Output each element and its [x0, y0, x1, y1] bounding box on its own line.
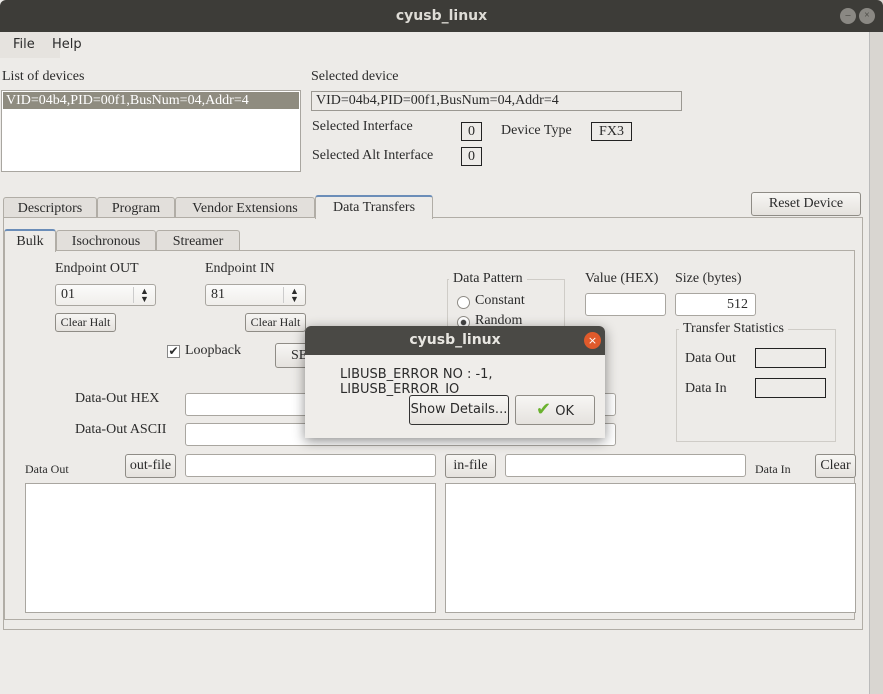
- device-type-label: Device Type: [501, 123, 572, 138]
- ok-button[interactable]: ✔ OK: [515, 395, 595, 425]
- window-title: cyusb_linux: [395, 8, 488, 24]
- selected-alt-interface-value: 0: [461, 147, 482, 166]
- out-file-input[interactable]: [185, 454, 436, 477]
- data-pattern-title: Data Pattern: [449, 271, 527, 287]
- transfer-statistics-title: Transfer Statistics: [679, 321, 788, 337]
- ok-label: OK: [555, 404, 574, 419]
- data-in-textarea[interactable]: [445, 483, 856, 613]
- endpoint-out-select[interactable]: 01 ▲ ▼: [55, 284, 156, 306]
- dialog-message: LIBUSB_ERROR NO : -1, LIBUSB_ERROR_IO: [340, 367, 493, 397]
- endpoint-out-value: 01: [61, 287, 75, 302]
- data-out-ascii-label: Data-Out ASCII: [75, 422, 167, 437]
- stats-data-in-label: Data In: [685, 381, 727, 396]
- dialog-title: cyusb_linux: [409, 332, 501, 348]
- menu-file[interactable]: File: [13, 37, 35, 52]
- device-list[interactable]: VID=04b4,PID=00f1,BusNum=04,Addr=4: [1, 90, 301, 172]
- subtab-isochronous[interactable]: Isochronous: [56, 230, 156, 251]
- reset-device-button[interactable]: Reset Device: [751, 192, 861, 216]
- loopback-label: Loopback: [185, 343, 241, 358]
- in-file-button[interactable]: in-file: [445, 454, 496, 478]
- endpoint-in-label: Endpoint IN: [205, 261, 275, 276]
- selected-device-label: Selected device: [311, 69, 399, 84]
- stats-data-in-value: [755, 378, 826, 398]
- tab-vendor-extensions[interactable]: Vendor Extensions: [175, 197, 315, 219]
- selected-alt-interface-label: Selected Alt Interface: [312, 148, 434, 163]
- subtab-bulk[interactable]: Bulk: [4, 229, 56, 252]
- checkmark-icon: ✔: [536, 399, 552, 420]
- dialog-titlebar: cyusb_linux: [305, 326, 605, 355]
- selected-interface-value: 0: [461, 122, 482, 141]
- subtab-streamer[interactable]: Streamer: [156, 230, 240, 251]
- radio-constant[interactable]: [457, 296, 470, 309]
- clear-halt-out-button[interactable]: Clear Halt: [55, 313, 116, 332]
- spin-arrows-icon: ▲ ▼: [283, 287, 305, 304]
- spin-arrows-icon: ▲ ▼: [133, 287, 155, 304]
- stats-data-out-value: [755, 348, 826, 368]
- tab-program[interactable]: Program: [97, 197, 175, 219]
- data-out-hex-label: Data-Out HEX: [75, 391, 160, 406]
- endpoint-in-value: 81: [211, 287, 225, 302]
- clear-button[interactable]: Clear: [815, 454, 856, 478]
- in-file-input[interactable]: [505, 454, 746, 477]
- show-details-button[interactable]: Show Details...: [409, 395, 509, 425]
- device-list-item[interactable]: VID=04b4,PID=00f1,BusNum=04,Addr=4: [3, 92, 299, 109]
- value-hex-input[interactable]: [585, 293, 666, 316]
- endpoint-in-select[interactable]: 81 ▲ ▼: [205, 284, 306, 306]
- close-icon[interactable]: ×: [584, 332, 601, 349]
- clear-halt-in-button[interactable]: Clear Halt: [245, 313, 306, 332]
- devices-label: List of devices: [2, 69, 85, 84]
- tab-data-transfers[interactable]: Data Transfers: [315, 195, 433, 219]
- value-hex-label: Value (HEX): [585, 271, 659, 286]
- data-out-label: Data Out: [25, 462, 69, 476]
- error-dialog: cyusb_linux × LIBUSB_ERROR NO : -1, LIBU…: [305, 326, 605, 438]
- constant-label: Constant: [475, 293, 525, 308]
- out-file-button[interactable]: out-file: [125, 454, 176, 478]
- data-in-label: Data In: [755, 462, 791, 476]
- loopback-checkbox[interactable]: ✔: [167, 345, 180, 358]
- menu-help[interactable]: Help: [52, 37, 82, 52]
- menu-bar: File Help: [0, 32, 82, 58]
- data-out-textarea[interactable]: [25, 483, 436, 613]
- close-icon[interactable]: ×: [859, 8, 875, 24]
- endpoint-out-label: Endpoint OUT: [55, 261, 139, 276]
- tab-descriptors[interactable]: Descriptors: [3, 197, 97, 219]
- selected-device-field: VID=04b4,PID=00f1,BusNum=04,Addr=4: [311, 91, 682, 111]
- size-label: Size (bytes): [675, 271, 742, 286]
- window-titlebar: cyusb_linux: [0, 0, 883, 32]
- selected-interface-label: Selected Interface: [312, 119, 413, 134]
- size-input[interactable]: 512: [675, 293, 756, 316]
- minimize-icon[interactable]: –: [840, 8, 856, 24]
- device-type-value: FX3: [591, 122, 632, 141]
- stats-data-out-label: Data Out: [685, 351, 736, 366]
